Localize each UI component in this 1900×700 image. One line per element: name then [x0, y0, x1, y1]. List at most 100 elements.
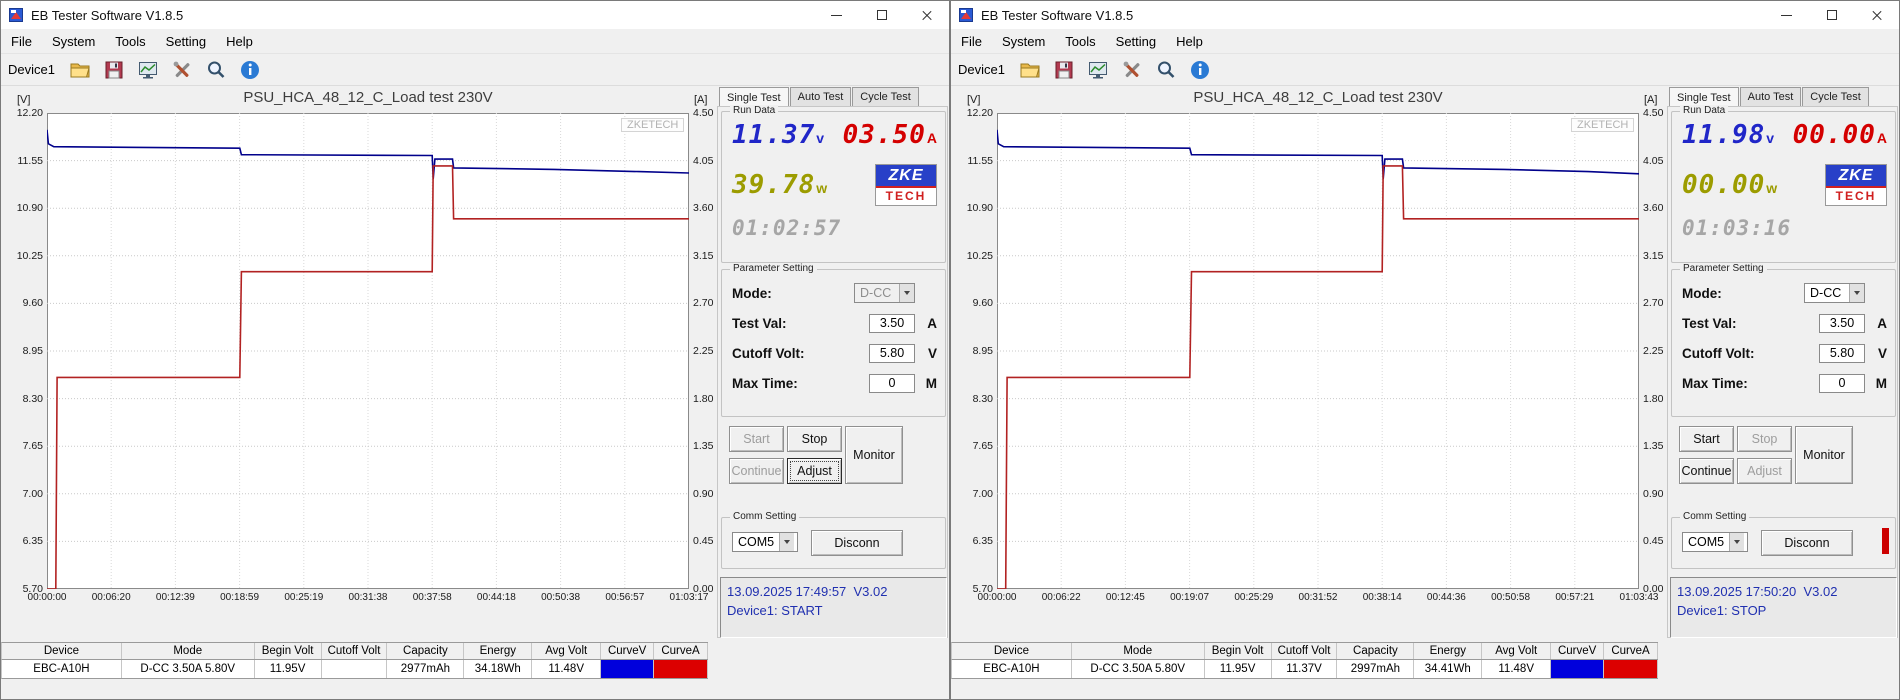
cell-energy: 34.41Wh: [1414, 660, 1483, 678]
toolbar: Device1: [951, 54, 1899, 86]
disconn-button[interactable]: Disconn: [811, 530, 903, 556]
close-button[interactable]: [904, 1, 949, 29]
chart-title: PSU_HCA_48_12_C_Load test 230V: [243, 89, 493, 106]
continue-button[interactable]: Continue: [1679, 458, 1734, 484]
open-file-button[interactable]: [67, 56, 94, 83]
menu-item-setting[interactable]: Setting: [1106, 34, 1166, 49]
com-port-select[interactable]: COM5: [1682, 532, 1748, 552]
header-cell-capacity: Capacity: [387, 643, 465, 659]
start-button[interactable]: Start: [1679, 426, 1734, 452]
y-tick-left: 7.65: [972, 440, 993, 453]
menu-item-setting[interactable]: Setting: [156, 34, 216, 49]
maximize-button[interactable]: [859, 1, 904, 29]
menu-item-help[interactable]: Help: [216, 34, 263, 49]
chart-watermark: ZKETECH: [1571, 118, 1635, 132]
test-val-input[interactable]: 3.50: [869, 313, 915, 333]
x-tick: 00:19:07: [1170, 592, 1210, 603]
max-time-input[interactable]: 0: [1819, 373, 1865, 393]
tools-button[interactable]: [1119, 56, 1146, 83]
tools-icon: [1124, 61, 1141, 77]
minimize-button[interactable]: [814, 1, 859, 29]
tab-single-test[interactable]: Single Test: [1669, 87, 1739, 106]
menu-item-file[interactable]: File: [951, 34, 992, 49]
menu-item-tools[interactable]: Tools: [105, 34, 155, 49]
y-tick-left: 6.35: [972, 535, 993, 548]
max-time-input[interactable]: 0: [869, 373, 915, 393]
graph-view-button[interactable]: [1085, 56, 1112, 83]
table-header: Device Mode Begin Volt Cutoff Volt Capac…: [1, 642, 708, 660]
adjust-button[interactable]: Adjust: [787, 458, 842, 484]
cutoff-volt-input[interactable]: 5.80: [869, 343, 915, 363]
power-unit: w: [816, 180, 828, 196]
tools-button[interactable]: [169, 56, 196, 83]
tab-cycle-test[interactable]: Cycle Test: [852, 87, 919, 106]
run-data-group: Run Data 11.98v 00.00A 00.00w ZKE TECH 0…: [1671, 105, 1896, 263]
about-button[interactable]: [237, 56, 264, 83]
tab-cycle-test[interactable]: Cycle Test: [1802, 87, 1869, 106]
menu-item-help[interactable]: Help: [1166, 34, 1213, 49]
monitor-button[interactable]: Monitor: [1795, 426, 1853, 484]
open-file-button[interactable]: [1017, 56, 1044, 83]
toolbar: Device1: [1, 54, 949, 86]
y-tick-left: 7.00: [22, 487, 43, 500]
cell-curve-a: [1604, 660, 1658, 678]
save-button[interactable]: [101, 56, 128, 83]
tab-single-test[interactable]: Single Test: [719, 87, 789, 106]
max-time-label: Max Time:: [732, 375, 798, 391]
close-button[interactable]: [1854, 1, 1899, 29]
minimize-button[interactable]: [1764, 1, 1809, 29]
save-button[interactable]: [1051, 56, 1078, 83]
x-tick: 00:00:00: [977, 592, 1017, 603]
com-port-select[interactable]: COM5: [732, 532, 798, 552]
cell-curve-v: [601, 660, 655, 678]
cutoff-volt-input[interactable]: 5.80: [1819, 343, 1865, 363]
test-val-row: Test Val: 3.50 A: [732, 312, 937, 334]
voltage-display: 11.98: [1682, 120, 1766, 150]
test-val-label: Test Val:: [732, 315, 787, 331]
zoom-button[interactable]: [1153, 56, 1180, 83]
zke-logo: ZKE TECH: [1825, 164, 1887, 206]
stop-button[interactable]: Stop: [1737, 426, 1792, 452]
menu-item-system[interactable]: System: [42, 34, 105, 49]
table-row[interactable]: EBC-A10H D-CC 3.50A 5.80V 11.95V 2977mAh…: [1, 660, 708, 679]
maximize-button[interactable]: [1809, 1, 1854, 29]
mode-select[interactable]: D-CC: [854, 283, 915, 303]
curve-v-swatch: [1551, 660, 1604, 678]
cutoff-volt-label: Cutoff Volt:: [732, 345, 805, 361]
x-tick: 00:12:39: [155, 592, 195, 603]
start-button[interactable]: Start: [729, 426, 784, 452]
cutoff-volt-row: Cutoff Volt: 5.80 V: [1682, 342, 1887, 364]
header-cell-avg-volt: Avg Volt: [532, 643, 602, 659]
disconn-button[interactable]: Disconn: [1761, 530, 1853, 556]
device-label: Device1: [958, 62, 1005, 77]
time-row: 01:03:16: [1682, 216, 1887, 240]
monitor-chart-icon: [139, 61, 158, 78]
tab-auto-test[interactable]: Auto Test: [1739, 87, 1802, 106]
tab-auto-test[interactable]: Auto Test: [789, 87, 852, 106]
titlebar: EB Tester Software V1.8.5: [951, 1, 1899, 29]
zoom-button[interactable]: [203, 56, 230, 83]
mode-select[interactable]: D-CC: [1804, 283, 1865, 303]
about-button[interactable]: [1187, 56, 1214, 83]
cell-device: EBC-A10H: [952, 660, 1072, 678]
watt-row: 39.78w ZKE TECH: [732, 164, 937, 206]
header-cell-device: Device: [2, 643, 122, 659]
save-icon: [1055, 61, 1073, 78]
menu-item-file[interactable]: File: [1, 34, 42, 49]
status-box: 13.09.2025 17:50:20 V3.02 Device1: STOP: [1670, 577, 1897, 638]
header-cell-capacity: Capacity: [1337, 643, 1415, 659]
continue-button[interactable]: Continue: [729, 458, 784, 484]
graph-view-button[interactable]: [135, 56, 162, 83]
window-title: EB Tester Software V1.8.5: [981, 7, 1134, 23]
monitor-button[interactable]: Monitor: [845, 426, 903, 484]
menu-item-tools[interactable]: Tools: [1055, 34, 1105, 49]
run-data-group: Run Data 11.37v 03.50A 39.78w ZKE TECH 0…: [721, 105, 946, 263]
table-row[interactable]: EBC-A10H D-CC 3.50A 5.80V 11.95V 11.37V …: [951, 660, 1658, 679]
menu-item-system[interactable]: System: [992, 34, 1055, 49]
stop-button[interactable]: Stop: [787, 426, 842, 452]
adjust-button[interactable]: Adjust: [1737, 458, 1792, 484]
amp-axis-label: [A]: [694, 94, 708, 106]
magnifier-icon: [1158, 61, 1175, 78]
test-val-input[interactable]: 3.50: [1819, 313, 1865, 333]
elapsed-time-display: 01:03:16: [1682, 216, 1792, 240]
